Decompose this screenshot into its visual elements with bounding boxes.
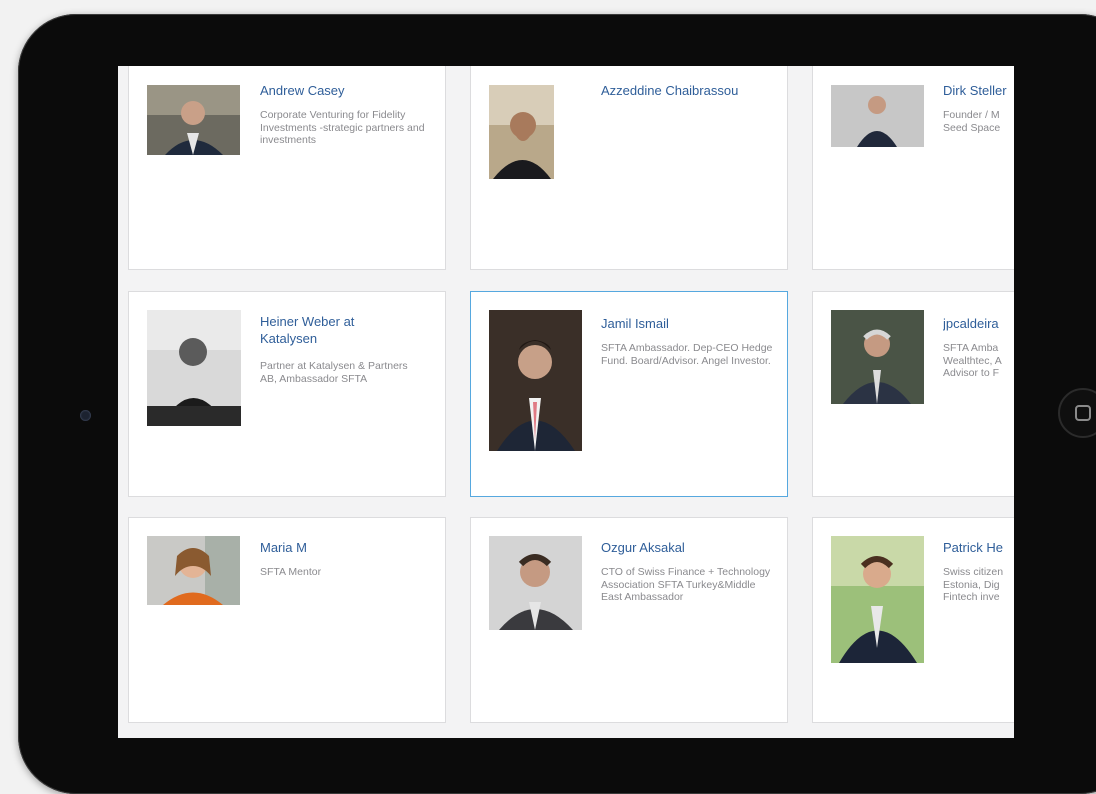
profile-card[interactable]: Andrew Casey Corporate Venturing for Fid…	[128, 66, 446, 270]
profile-card[interactable]: Jamil Ismail SFTA Ambassador. Dep-CEO He…	[470, 291, 788, 497]
profile-description: Swiss citizen Estonia, Dig Fintech inve	[943, 566, 1004, 603]
profile-card[interactable]: Maria M SFTA Mentor	[128, 517, 446, 723]
profile-photo	[147, 536, 240, 605]
profile-card[interactable]: Dirk Steller Founder / M Seed Space	[812, 66, 1014, 270]
profile-grid: Andrew Casey Corporate Venturing for Fid…	[118, 66, 1014, 738]
profile-photo	[147, 310, 241, 426]
profile-name[interactable]: Azzeddine Chaibrassou	[601, 82, 781, 99]
profile-name[interactable]: Maria M	[260, 539, 430, 556]
profile-name[interactable]: Patrick He	[943, 539, 1014, 556]
camera-icon	[80, 410, 91, 421]
profile-photo	[489, 310, 582, 451]
profile-description: SFTA Ambassador. Dep-CEO Hedge Fund. Boa…	[601, 342, 773, 367]
profile-card[interactable]: Ozgur Aksakal CTO of Swiss Finance + Tec…	[470, 517, 788, 723]
profile-description: CTO of Swiss Finance + Technology Associ…	[601, 566, 771, 603]
profile-photo	[147, 85, 240, 155]
profile-photo	[489, 536, 582, 630]
profile-name[interactable]: Dirk Steller	[943, 82, 1014, 99]
profile-description: Partner at Katalysen & Partners AB, Amba…	[260, 360, 408, 385]
profile-description: SFTA Amba Wealthtec, A Advisor to F	[943, 342, 1002, 379]
home-button[interactable]	[1058, 388, 1096, 438]
profile-name[interactable]: jpcaldeira	[943, 315, 1014, 332]
profile-name[interactable]: Ozgur Aksakal	[601, 539, 781, 556]
profile-name[interactable]: Heiner Weber at Katalysen	[260, 313, 400, 347]
profile-description: SFTA Mentor	[260, 566, 322, 578]
profile-photo	[489, 85, 554, 179]
home-square-icon	[1075, 405, 1091, 421]
profile-photo	[831, 310, 924, 404]
profile-name[interactable]: Jamil Ismail	[601, 315, 781, 332]
profile-description: Corporate Venturing for Fidelity Investm…	[260, 109, 425, 146]
profile-name[interactable]: Andrew Casey	[260, 82, 435, 99]
profile-photo	[831, 536, 924, 663]
profile-card[interactable]: Heiner Weber at Katalysen Partner at Kat…	[128, 291, 446, 497]
profile-description: Founder / M Seed Space	[943, 109, 1001, 134]
profile-card[interactable]: jpcaldeira SFTA Amba Wealthtec, A Adviso…	[812, 291, 1014, 497]
profile-photo	[831, 85, 924, 147]
profile-card[interactable]: Azzeddine Chaibrassou	[470, 66, 788, 270]
profile-card[interactable]: Patrick He Swiss citizen Estonia, Dig Fi…	[812, 517, 1014, 723]
